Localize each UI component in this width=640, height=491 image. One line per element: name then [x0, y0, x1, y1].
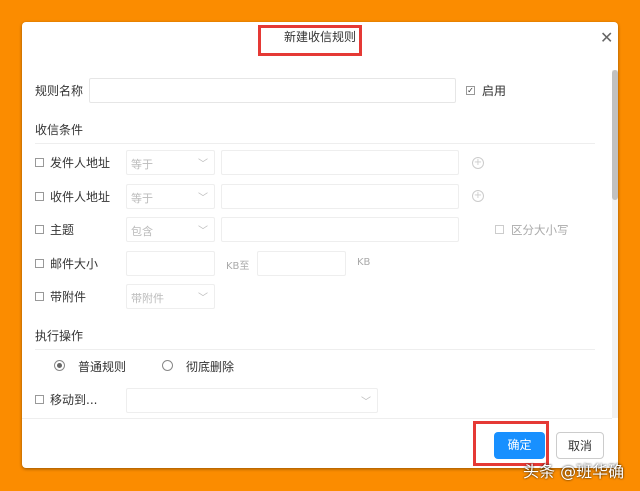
- case-sensitive-checkbox[interactable]: [495, 225, 504, 234]
- rule-name-input[interactable]: [89, 78, 456, 103]
- size-from-input[interactable]: [126, 251, 215, 276]
- footer-divider: [22, 418, 612, 419]
- normal-rule-label: 普通规则: [78, 358, 126, 375]
- delete-permanently-radio[interactable]: [162, 360, 173, 371]
- divider: [35, 349, 595, 350]
- size-label: 邮件大小: [50, 255, 98, 272]
- size-unit-label: KB: [357, 257, 370, 268]
- watermark: 头条 @班华确: [523, 458, 624, 482]
- divider: [35, 143, 595, 144]
- recipient-label: 收件人地址: [50, 188, 110, 205]
- add-icon[interactable]: +: [472, 157, 484, 169]
- enable-label: 启用: [482, 82, 506, 99]
- subject-operator-select[interactable]: 包含 ﹀: [126, 217, 215, 242]
- subject-checkbox[interactable]: [35, 225, 44, 234]
- title-highlight-box: [258, 25, 362, 56]
- move-to-checkbox[interactable]: [35, 395, 44, 404]
- rule-name-label: 规则名称: [35, 82, 83, 99]
- subject-input[interactable]: [221, 217, 459, 242]
- actions-heading: 执行操作: [35, 327, 83, 344]
- attachment-select-value: 带附件: [131, 292, 164, 305]
- subject-operator-value: 包含: [131, 225, 153, 238]
- size-checkbox[interactable]: [35, 259, 44, 268]
- recipient-operator-select[interactable]: 等于 ﹀: [126, 184, 215, 209]
- chevron-down-icon: ﹀: [198, 289, 208, 304]
- move-to-label: 移动到...: [50, 391, 97, 408]
- delete-permanently-label: 彻底删除: [186, 358, 234, 375]
- scrollbar[interactable]: [612, 70, 618, 418]
- case-sensitive-label: 区分大小写: [511, 222, 569, 238]
- sender-input[interactable]: [221, 150, 459, 175]
- recipient-input[interactable]: [221, 184, 459, 209]
- sender-checkbox[interactable]: [35, 158, 44, 167]
- size-to-input[interactable]: [257, 251, 346, 276]
- sender-label: 发件人地址: [50, 154, 110, 171]
- sender-operator-select[interactable]: 等于 ﹀: [126, 150, 215, 175]
- chevron-down-icon: ﹀: [198, 222, 208, 237]
- chevron-down-icon: ﹀: [361, 393, 371, 408]
- conditions-heading: 收信条件: [35, 121, 83, 138]
- recipient-operator-value: 等于: [131, 192, 153, 205]
- attachment-select[interactable]: 带附件 ﹀: [126, 284, 215, 309]
- add-icon[interactable]: +: [472, 190, 484, 202]
- close-icon[interactable]: ✕: [600, 28, 613, 47]
- new-rule-dialog: 新建收信规则 ✕ 规则名称 ✓ 启用 收信条件 发件人地址 等于﹀ + 收件人地…: [22, 22, 618, 468]
- attachment-checkbox[interactable]: [35, 292, 44, 301]
- chevron-down-icon: ﹀: [198, 189, 208, 204]
- sender-operator-value: 等于: [131, 158, 153, 171]
- move-to-folder-select[interactable]: ﹀: [126, 388, 378, 413]
- scrollbar-thumb[interactable]: [612, 70, 618, 200]
- subject-label: 主题: [50, 221, 74, 238]
- ok-button[interactable]: 确定: [494, 432, 545, 459]
- size-to-label: KB至: [226, 257, 249, 272]
- attachment-label: 带附件: [50, 288, 86, 305]
- recipient-checkbox[interactable]: [35, 192, 44, 201]
- chevron-down-icon: ﹀: [198, 155, 208, 170]
- cancel-button[interactable]: 取消: [556, 432, 604, 459]
- normal-rule-radio[interactable]: [54, 360, 65, 371]
- enable-checkbox[interactable]: ✓: [466, 86, 475, 95]
